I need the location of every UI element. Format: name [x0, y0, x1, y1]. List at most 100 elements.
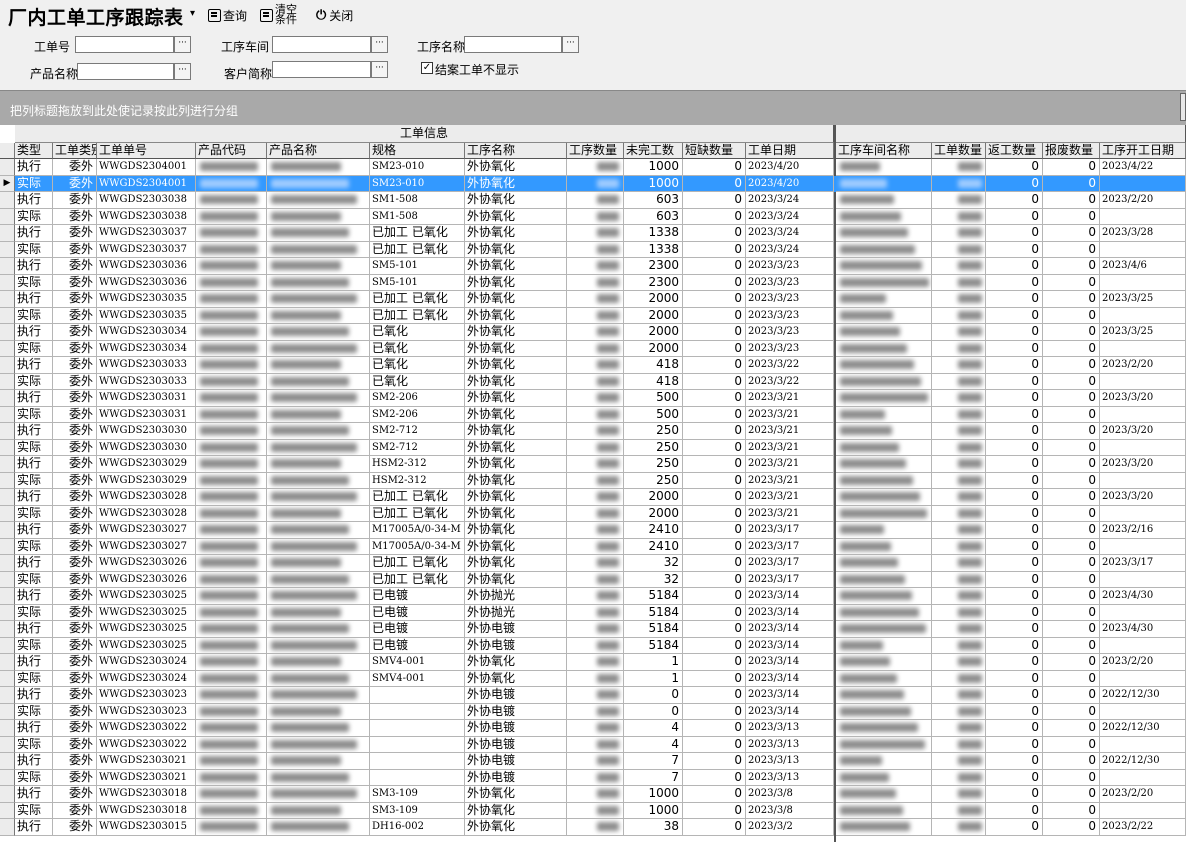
cell-order-qty[interactable] [932, 357, 986, 374]
cell-process-name[interactable]: 外协氧化 [465, 423, 567, 440]
column-header-rework-qty[interactable]: 返工数量 [986, 143, 1043, 159]
cell-start-date[interactable] [1100, 505, 1186, 522]
cell-scrap-qty[interactable]: 0 [1043, 802, 1100, 819]
cell-product-code[interactable] [196, 769, 267, 786]
row-indicator[interactable] [0, 258, 15, 275]
cell-short-qty[interactable]: 0 [683, 208, 746, 225]
cell-scrap-qty[interactable]: 0 [1043, 225, 1100, 242]
cell-start-date[interactable] [1100, 670, 1186, 687]
cell-product-code[interactable] [196, 637, 267, 654]
cell-process-name[interactable]: 外协氧化 [465, 555, 567, 572]
row-indicator[interactable] [0, 505, 15, 522]
cell-short-qty[interactable]: 0 [683, 423, 746, 440]
cell-start-date[interactable] [1100, 604, 1186, 621]
cell-order-kind[interactable]: 委外 [53, 439, 97, 456]
row-indicator[interactable] [0, 439, 15, 456]
cell-start-date[interactable] [1100, 406, 1186, 423]
cell-type[interactable]: 实际 [15, 670, 53, 687]
cell-scrap-qty[interactable]: 0 [1043, 472, 1100, 489]
cell-order-date[interactable]: 2023/3/24 [746, 225, 834, 242]
cell-start-date[interactable] [1100, 439, 1186, 456]
cell-short-qty[interactable]: 0 [683, 654, 746, 671]
cell-product-code[interactable] [196, 373, 267, 390]
cell-short-qty[interactable]: 0 [683, 505, 746, 522]
cell-order-no[interactable]: WWGDS2303028 [97, 505, 196, 522]
cell-order-date[interactable]: 2023/3/14 [746, 670, 834, 687]
row-indicator[interactable] [0, 225, 15, 242]
cell-product-name[interactable] [267, 621, 370, 638]
cell-start-date[interactable] [1100, 175, 1186, 192]
cell-order-date[interactable]: 2023/3/17 [746, 538, 834, 555]
table-row[interactable]: 实际 委外 WWGDS2303027 M17005A/0-34-M 外协氧化 2410 0 2… [0, 538, 1186, 555]
cell-workshop-name[interactable] [836, 802, 932, 819]
cell-order-no[interactable]: WWGDS2303025 [97, 621, 196, 638]
cell-rework-qty[interactable]: 0 [986, 802, 1043, 819]
cell-order-qty[interactable] [932, 291, 986, 308]
cell-start-date[interactable] [1100, 736, 1186, 753]
cell-type[interactable]: 执行 [15, 159, 53, 176]
cell-product-name[interactable] [267, 687, 370, 704]
cell-start-date[interactable] [1100, 703, 1186, 720]
cell-start-date[interactable]: 2023/4/30 [1100, 588, 1186, 605]
cell-order-date[interactable]: 2023/3/23 [746, 307, 834, 324]
cell-order-kind[interactable]: 委外 [53, 423, 97, 440]
cell-unfinished-qty[interactable]: 2000 [624, 324, 683, 341]
cell-order-no[interactable]: WWGDS2304001 [97, 175, 196, 192]
cell-order-date[interactable]: 2023/3/23 [746, 258, 834, 275]
cell-scrap-qty[interactable]: 0 [1043, 538, 1100, 555]
cell-process-qty[interactable] [567, 373, 624, 390]
cell-order-qty[interactable] [932, 819, 986, 836]
cell-start-date[interactable]: 2023/2/20 [1100, 357, 1186, 374]
cell-order-no[interactable]: WWGDS2303033 [97, 357, 196, 374]
cell-workshop-name[interactable] [836, 687, 932, 704]
cell-rework-qty[interactable]: 0 [986, 340, 1043, 357]
cell-process-qty[interactable] [567, 357, 624, 374]
cell-type[interactable]: 实际 [15, 307, 53, 324]
cell-rework-qty[interactable]: 0 [986, 159, 1043, 176]
table-row[interactable]: 执行 委外 WWGDS2303025 已电镀 外协电镀 5184 0 2023/3/14 0 0 2… [0, 621, 1186, 638]
cell-rework-qty[interactable]: 0 [986, 588, 1043, 605]
cell-order-no[interactable]: WWGDS2303018 [97, 786, 196, 803]
table-row[interactable]: 执行 委外 WWGDS2303031 SM2-206 外协氧化 500 0 2023/3/21… [0, 390, 1186, 407]
cell-workshop-name[interactable] [836, 241, 932, 258]
cell-rework-qty[interactable]: 0 [986, 489, 1043, 506]
cell-start-date[interactable]: 2023/3/25 [1100, 291, 1186, 308]
cell-short-qty[interactable]: 0 [683, 307, 746, 324]
cell-product-name[interactable] [267, 522, 370, 539]
cell-order-date[interactable]: 2023/3/21 [746, 406, 834, 423]
cell-unfinished-qty[interactable]: 250 [624, 439, 683, 456]
cell-product-code[interactable] [196, 340, 267, 357]
cell-process-qty[interactable] [567, 175, 624, 192]
cell-rework-qty[interactable]: 0 [986, 258, 1043, 275]
cell-process-name[interactable]: 外协氧化 [465, 439, 567, 456]
cell-workshop-name[interactable] [836, 621, 932, 638]
cell-order-qty[interactable] [932, 423, 986, 440]
cell-unfinished-qty[interactable]: 5184 [624, 621, 683, 638]
cell-order-no[interactable]: WWGDS2303028 [97, 489, 196, 506]
cell-type[interactable]: 实际 [15, 538, 53, 555]
cell-unfinished-qty[interactable]: 38 [624, 819, 683, 836]
cell-process-name[interactable]: 外协氧化 [465, 258, 567, 275]
cell-spec[interactable]: SM5-101 [370, 258, 465, 275]
row-indicator[interactable] [0, 357, 15, 374]
table-row[interactable]: 执行 委外 WWGDS2304001 SM23-010 外协氧化 1000 0 2023/4/… [0, 159, 1186, 176]
cell-scrap-qty[interactable]: 0 [1043, 241, 1100, 258]
row-indicator[interactable] [0, 324, 15, 341]
cell-rework-qty[interactable]: 0 [986, 522, 1043, 539]
cell-rework-qty[interactable]: 0 [986, 357, 1043, 374]
product-name-lookup-button[interactable]: ··· [174, 63, 191, 80]
cell-start-date[interactable]: 2023/3/20 [1100, 456, 1186, 473]
cell-order-date[interactable]: 2023/3/14 [746, 604, 834, 621]
cell-type[interactable]: 实际 [15, 439, 53, 456]
cell-product-code[interactable] [196, 736, 267, 753]
cell-product-name[interactable] [267, 456, 370, 473]
cell-scrap-qty[interactable]: 0 [1043, 522, 1100, 539]
cell-scrap-qty[interactable]: 0 [1043, 159, 1100, 176]
cell-rework-qty[interactable]: 0 [986, 208, 1043, 225]
cell-rework-qty[interactable]: 0 [986, 604, 1043, 621]
cell-product-code[interactable] [196, 423, 267, 440]
row-indicator[interactable] [0, 489, 15, 506]
cell-scrap-qty[interactable]: 0 [1043, 720, 1100, 737]
cell-workshop-name[interactable] [836, 307, 932, 324]
cell-start-date[interactable]: 2023/3/25 [1100, 324, 1186, 341]
